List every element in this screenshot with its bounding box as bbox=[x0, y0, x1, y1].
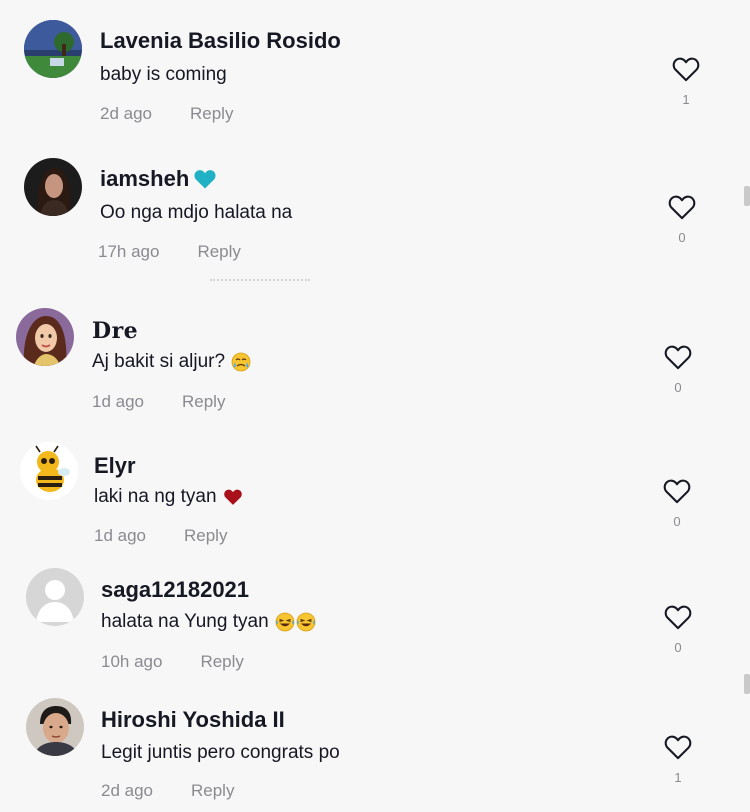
comment-meta: 17h ago Reply bbox=[98, 242, 241, 262]
comment-timestamp: 17h ago bbox=[98, 242, 160, 261]
comment-text-label: baby is coming bbox=[100, 64, 227, 85]
heart-outline-icon bbox=[663, 479, 691, 504]
comment-item: Elyr laki na ng tyan 1d ago Reply 0 bbox=[0, 422, 740, 552]
user-avatar[interactable] bbox=[24, 158, 82, 216]
like-button[interactable]: 1 bbox=[666, 56, 706, 107]
heart-outline-icon bbox=[664, 345, 692, 370]
comment-text-label: Aj bakit si aljur? bbox=[92, 351, 226, 372]
comment-username[interactable]: iamsheh bbox=[100, 166, 217, 192]
reply-button[interactable]: Reply bbox=[182, 392, 225, 412]
crying-face-emoji-icon bbox=[231, 352, 251, 372]
like-count: 0 bbox=[673, 514, 681, 529]
comment-username[interactable]: Hiroshi Yoshida II bbox=[101, 707, 285, 733]
username-label: Hiroshi Yoshida II bbox=[101, 707, 285, 732]
comment-username[interactable]: Elyr bbox=[94, 453, 136, 479]
comment-text: Legit juntis pero congrats po bbox=[101, 742, 340, 764]
comment-text: Aj bakit si aljur? bbox=[92, 351, 251, 373]
heart-outline-icon bbox=[664, 735, 692, 760]
username-label: Lavenia Basilio Rosido bbox=[100, 28, 341, 53]
heart-outline-icon bbox=[664, 605, 692, 630]
teal-heart-icon bbox=[194, 170, 216, 189]
comment-item: Dre Aj bakit si aljur? 1d ago Reply 0 bbox=[0, 288, 740, 418]
comment-username[interactable]: Dre bbox=[92, 318, 138, 344]
comment-text-label: laki na ng tyan bbox=[94, 486, 217, 507]
like-count: 0 bbox=[674, 640, 682, 655]
default-avatar-icon bbox=[26, 568, 84, 626]
heart-outline-icon bbox=[672, 57, 700, 82]
comment-item: Hiroshi Yoshida II Legit juntis pero con… bbox=[0, 678, 740, 808]
like-button[interactable]: 0 bbox=[662, 194, 702, 245]
princess-avatar-icon bbox=[16, 308, 74, 366]
like-button[interactable]: 0 bbox=[657, 478, 697, 529]
comment-text-label: halata na Yung tyan bbox=[101, 611, 269, 632]
comment-text-label: Oo nga mdjo halata na bbox=[100, 202, 293, 223]
user-avatar[interactable] bbox=[16, 308, 74, 366]
like-count: 1 bbox=[674, 770, 682, 785]
comment-username[interactable]: saga12182021 bbox=[101, 577, 249, 603]
comment-meta: 2d ago Reply bbox=[101, 781, 234, 801]
comment-item: iamsheh Oo nga mdjo halata na 17h ago Rep… bbox=[0, 138, 740, 268]
comment-meta: 2d ago Reply bbox=[100, 104, 233, 124]
comment-item: Lavenia Basilio Rosido baby is coming 2d… bbox=[0, 0, 740, 130]
user-avatar[interactable] bbox=[24, 20, 82, 78]
reply-button[interactable]: Reply bbox=[200, 652, 243, 672]
reply-button[interactable]: Reply bbox=[184, 526, 227, 546]
laughing-tears-emoji-icon bbox=[296, 612, 316, 632]
username-label: Elyr bbox=[94, 453, 136, 478]
scrollbar-marker[interactable] bbox=[744, 186, 750, 206]
scrollbar-marker[interactable] bbox=[744, 674, 750, 694]
comment-timestamp: 10h ago bbox=[101, 652, 163, 671]
username-label: Dre bbox=[92, 318, 139, 344]
woman-photo-avatar-icon bbox=[24, 158, 82, 216]
comment-text-label: Legit juntis pero congrats po bbox=[101, 742, 340, 763]
red-heart-emoji-icon bbox=[223, 489, 242, 505]
comment-meta: 1d ago Reply bbox=[94, 526, 227, 546]
like-button[interactable]: 1 bbox=[658, 734, 698, 785]
like-button[interactable]: 0 bbox=[658, 344, 698, 395]
landscape-avatar-icon bbox=[24, 20, 82, 78]
comment-text: Oo nga mdjo halata na bbox=[100, 202, 292, 224]
laughing-tears-emoji-icon bbox=[275, 612, 295, 632]
comment-timestamp: 1d ago bbox=[92, 392, 144, 411]
comment-text: halata na Yung tyan bbox=[101, 611, 316, 633]
heart-outline-icon bbox=[668, 195, 696, 220]
man-photo-avatar-icon bbox=[26, 698, 84, 756]
reply-button[interactable]: Reply bbox=[197, 242, 240, 262]
comment-timestamp: 1d ago bbox=[94, 526, 146, 545]
reply-button[interactable]: Reply bbox=[190, 104, 233, 124]
comment-item: saga12182021 halata na Yung tyan 10h ago… bbox=[0, 548, 740, 678]
faint-divider bbox=[210, 279, 310, 283]
like-count: 0 bbox=[678, 230, 686, 245]
user-avatar[interactable] bbox=[26, 698, 84, 756]
username-label: iamsheh bbox=[100, 166, 190, 191]
user-avatar[interactable] bbox=[20, 442, 78, 500]
emoji-group bbox=[275, 612, 316, 632]
like-button[interactable]: 0 bbox=[658, 604, 698, 655]
comment-text: laki na ng tyan bbox=[94, 486, 243, 508]
comment-timestamp: 2d ago bbox=[101, 781, 153, 800]
username-label: saga12182021 bbox=[101, 577, 250, 602]
comment-timestamp: 2d ago bbox=[100, 104, 152, 123]
reply-button[interactable]: Reply bbox=[191, 781, 234, 801]
like-count: 0 bbox=[674, 380, 682, 395]
comment-username[interactable]: Lavenia Basilio Rosido bbox=[100, 28, 341, 54]
comment-text: baby is coming bbox=[100, 64, 227, 86]
like-count: 1 bbox=[682, 92, 690, 107]
comment-meta: 10h ago Reply bbox=[101, 652, 244, 672]
comment-meta: 1d ago Reply bbox=[92, 392, 225, 412]
comments-list: Lavenia Basilio Rosido baby is coming 2d… bbox=[0, 0, 750, 812]
bee-avatar-icon bbox=[20, 442, 78, 500]
user-avatar[interactable] bbox=[26, 568, 84, 626]
